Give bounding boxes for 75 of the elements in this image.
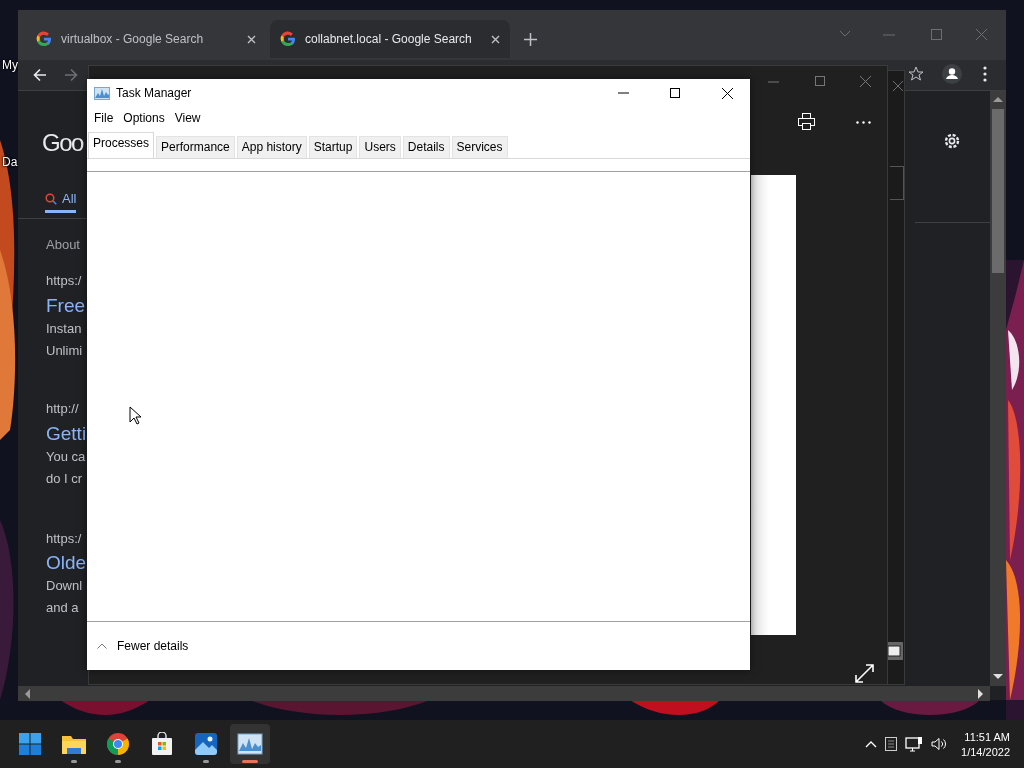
result-snippet: Downl [46,578,83,593]
menu-item[interactable]: Options [118,111,170,125]
more-menu-icon[interactable] [983,66,987,82]
chrome-icon [106,732,130,756]
menu-item[interactable]: File [89,111,119,125]
browser-tab[interactable]: virtualbox - Google Search [26,20,266,58]
back-arrow-icon[interactable] [33,68,47,82]
settings-icon[interactable] [942,131,962,151]
network-icon[interactable] [905,736,924,752]
result-snippet: You ca [46,449,86,464]
scroll-down-icon[interactable] [993,674,1003,680]
result-url: https:/ [46,273,82,288]
maximize-icon[interactable] [931,29,942,40]
close-icon[interactable] [860,76,871,87]
volume-icon[interactable] [931,737,948,751]
result-url: https:/ [46,531,82,546]
results-count: About [46,237,80,252]
tab-search-icon[interactable] [839,30,851,38]
google-logo: Goo [42,129,83,157]
windows-logo-icon [18,732,42,756]
tray-icon[interactable] [885,737,898,751]
task-manager-icon [237,733,263,755]
clock-time[interactable]: 11:51 AM [964,730,1010,743]
menu-item[interactable]: View [169,111,206,125]
scrollbar-thumb[interactable] [992,109,1004,273]
close-icon[interactable] [247,34,256,44]
profile-icon[interactable] [942,64,962,84]
browser-tab[interactable]: collabnet.local - Google Search [270,20,510,58]
result-snippet: Unlimi [46,343,83,358]
clock-date[interactable]: 1/14/2022 [961,745,1010,758]
expand-icon[interactable] [855,664,874,683]
star-icon[interactable] [908,66,924,82]
tab[interactable]: Processes [88,132,155,158]
scroll-up-icon[interactable] [993,96,1003,102]
fewer-details-button[interactable]: Fewer details [97,639,189,653]
minimize-icon [617,92,629,94]
input-field[interactable] [890,166,904,200]
tab[interactable]: Users [359,136,401,158]
chevron-up-icon[interactable] [865,740,878,748]
mouse-cursor-icon [129,406,142,425]
photos-icon [194,732,218,756]
tab[interactable]: Performance [156,136,235,158]
result-title-link[interactable]: Free [46,295,86,317]
tab[interactable]: Details [402,136,450,158]
store-bag-icon [150,732,174,756]
new-tab-icon[interactable] [524,33,537,46]
scroll-left-icon[interactable] [24,689,30,699]
tab[interactable]: Startup [308,136,358,158]
maximize-icon[interactable] [815,76,825,86]
google-icon [280,31,296,47]
google-icon [36,31,52,47]
close-icon [721,87,733,99]
search-tab[interactable]: All [45,191,77,213]
result-snippet: and a [46,600,79,615]
horizontal-scrollbar[interactable] [18,686,990,701]
close-icon[interactable] [893,81,903,91]
tab[interactable]: Services [451,136,508,158]
result-url: http:// [46,401,79,416]
taskbar-app-button[interactable] [230,724,270,764]
task-manager-icon [94,86,110,100]
close-icon[interactable] [491,34,500,44]
window-title: Task Manager [116,86,192,100]
maximize-icon [670,88,680,98]
forward-arrow-icon[interactable] [64,68,78,82]
result-snippet: do I cr [46,471,83,486]
result-title-link[interactable]: Getti [46,423,87,445]
more-icon[interactable] [856,121,871,124]
search-icon [45,192,57,205]
tab[interactable]: App history [236,136,307,158]
chevron-up-icon [97,643,107,649]
result-snippet: Instan [46,321,82,336]
result-title-link[interactable]: Olde [46,552,87,574]
print-icon[interactable] [798,113,815,130]
folder-icon [61,733,87,755]
scroll-right-icon[interactable] [978,689,984,699]
